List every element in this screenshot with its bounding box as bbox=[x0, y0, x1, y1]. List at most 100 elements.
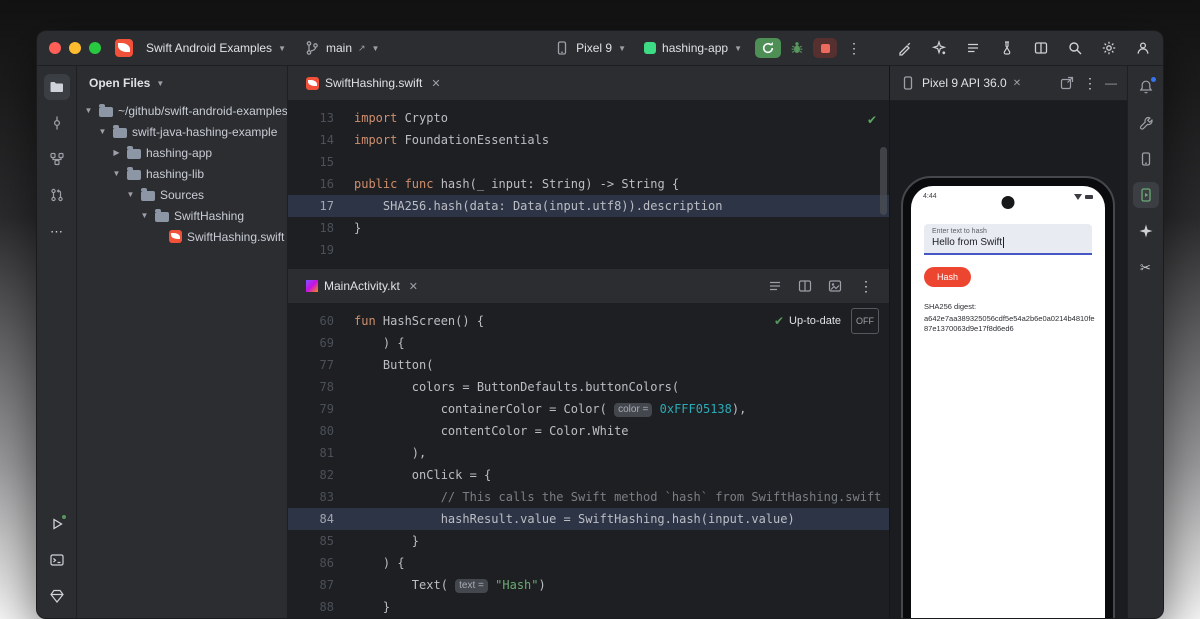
line-number[interactable]: 69 bbox=[288, 332, 334, 354]
pen-icon[interactable] bbox=[897, 40, 913, 56]
line-number[interactable]: 15 bbox=[288, 151, 334, 173]
code-line[interactable]: 17 SHA256.hash(data: Data(input.utf8)).d… bbox=[288, 195, 889, 217]
chevron-down-icon[interactable]: ▼ bbox=[97, 127, 108, 136]
code-line[interactable]: 13 import Crypto bbox=[288, 107, 889, 129]
code-line[interactable]: 84 hashResult.value = SwiftHashing.hash(… bbox=[288, 508, 889, 530]
design-view-icon[interactable] bbox=[827, 278, 843, 294]
line-number[interactable]: 81 bbox=[288, 442, 334, 464]
code-view-icon[interactable] bbox=[767, 278, 783, 294]
open-in-new-window-icon[interactable] bbox=[1059, 75, 1075, 91]
line-number[interactable]: 80 bbox=[288, 420, 334, 442]
project-selector[interactable]: Swift Android Examples ▼ bbox=[141, 38, 291, 58]
code-line[interactable]: 79 containerColor = Color( color = 0xFFF… bbox=[288, 398, 889, 420]
tree-item[interactable]: ▶ hashing-app bbox=[77, 142, 287, 163]
code-line[interactable]: 81 ), bbox=[288, 442, 889, 464]
code-line[interactable]: 86 ) { bbox=[288, 552, 889, 574]
todo-list-icon[interactable] bbox=[965, 40, 981, 56]
line-number[interactable]: 85 bbox=[288, 530, 334, 552]
code-line[interactable]: 82 onClick = { bbox=[288, 464, 889, 486]
line-number[interactable]: 78 bbox=[288, 376, 334, 398]
split-view-icon[interactable] bbox=[797, 278, 813, 294]
phone-screen[interactable]: 4:44 Enter text to hash Hello from Swift bbox=[911, 186, 1105, 618]
commit-tool-button[interactable] bbox=[44, 110, 70, 136]
stop-button[interactable] bbox=[813, 38, 837, 58]
hash-button[interactable]: Hash bbox=[924, 267, 972, 287]
line-number[interactable]: 13 bbox=[288, 107, 334, 129]
device-panel-options-icon[interactable]: ⋮ bbox=[1081, 76, 1099, 90]
close-window-button[interactable] bbox=[49, 42, 61, 54]
editor-more-options-icon[interactable]: ⋮ bbox=[857, 279, 875, 293]
tree-item[interactable]: ▼ ~/github/swift-android-examples bbox=[77, 100, 287, 121]
notifications-button[interactable] bbox=[1133, 74, 1159, 100]
tree-item[interactable]: ▼ hashing-lib bbox=[77, 163, 287, 184]
gemini-button[interactable] bbox=[1133, 218, 1159, 244]
line-number[interactable]: 82 bbox=[288, 464, 334, 486]
layout-inspector-icon[interactable] bbox=[1033, 40, 1049, 56]
line-number[interactable]: 18 bbox=[288, 217, 334, 239]
hash-input-field[interactable]: Enter text to hash Hello from Swift bbox=[924, 224, 1092, 255]
code-line[interactable]: 18} bbox=[288, 217, 889, 239]
code-line[interactable]: 69 ) { bbox=[288, 332, 889, 354]
tree-item[interactable]: ▼ swift-java-hashing-example bbox=[77, 121, 287, 142]
chevron-down-icon[interactable]: ▼ bbox=[83, 106, 94, 115]
ai-actions-icon[interactable] bbox=[931, 40, 947, 56]
tab-swifthashing-swift[interactable]: SwiftHashing.swift ✕ bbox=[296, 66, 451, 100]
line-number[interactable]: 19 bbox=[288, 239, 334, 261]
tree-item[interactable]: SwiftHashing.swift bbox=[77, 226, 287, 247]
tree-item[interactable]: ▼ SwiftHashing bbox=[77, 205, 287, 226]
rerun-button[interactable] bbox=[755, 38, 781, 58]
branch-selector[interactable]: main ↗ ▼ bbox=[299, 37, 384, 59]
device-tab-label[interactable]: Pixel 9 API 36.0 bbox=[922, 76, 1007, 90]
kotlin-editor[interactable]: ✔ Up-to-date OFF 60 fun HashScreen() {69 … bbox=[288, 304, 889, 618]
search-icon[interactable] bbox=[1067, 40, 1083, 56]
debug-button[interactable] bbox=[789, 40, 805, 56]
terminal-tool-button[interactable] bbox=[44, 547, 70, 573]
code-line[interactable]: 85 } bbox=[288, 530, 889, 552]
build-tool-button[interactable] bbox=[1133, 110, 1159, 136]
code-line[interactable]: 87 Text( text = "Hash") bbox=[288, 574, 889, 596]
minimize-window-button[interactable] bbox=[69, 42, 81, 54]
line-number[interactable]: 84 bbox=[288, 508, 334, 530]
code-line[interactable]: 14 import FoundationEssentials bbox=[288, 129, 889, 151]
editor-scrollbar[interactable] bbox=[880, 147, 887, 215]
tree-item[interactable]: ▼ Sources bbox=[77, 184, 287, 205]
more-tools-button[interactable]: ⋯ bbox=[44, 218, 70, 244]
line-number[interactable]: 16 bbox=[288, 173, 334, 195]
maximize-window-button[interactable] bbox=[89, 42, 101, 54]
flask-icon[interactable] bbox=[999, 40, 1015, 56]
line-number[interactable]: 86 bbox=[288, 552, 334, 574]
code-line[interactable]: 15 bbox=[288, 151, 889, 173]
close-device-tab-icon[interactable]: ✕ bbox=[1013, 78, 1021, 89]
code-line[interactable]: 80 contentColor = Color.White bbox=[288, 420, 889, 442]
code-line[interactable]: 83 // This calls the Swift method `hash`… bbox=[288, 486, 889, 508]
code-line[interactable]: 78 colors = ButtonDefaults.buttonColors( bbox=[288, 376, 889, 398]
run-config-selector[interactable]: hashing-app ▼ bbox=[639, 38, 747, 58]
line-number[interactable]: 14 bbox=[288, 129, 334, 151]
structure-tool-button[interactable] bbox=[44, 146, 70, 172]
line-number[interactable]: 87 bbox=[288, 574, 334, 596]
more-run-actions-button[interactable]: ⋮ bbox=[845, 41, 863, 55]
code-line[interactable]: 19 bbox=[288, 239, 889, 261]
chevron-down-icon[interactable]: ▼ bbox=[125, 190, 136, 199]
chevron-right-icon[interactable]: ▶ bbox=[111, 148, 122, 157]
line-number[interactable]: 77 bbox=[288, 354, 334, 376]
open-files-header[interactable]: Open Files ▼ bbox=[77, 66, 287, 100]
device-manager-button[interactable] bbox=[1133, 146, 1159, 172]
chevron-down-icon[interactable]: ▼ bbox=[139, 211, 150, 220]
chevron-down-icon[interactable]: ▼ bbox=[111, 169, 122, 178]
running-devices-button[interactable] bbox=[1132, 182, 1159, 208]
close-tab-icon[interactable]: ✕ bbox=[431, 77, 440, 90]
gem-tool-button[interactable] bbox=[44, 583, 70, 609]
account-icon[interactable] bbox=[1135, 40, 1151, 56]
line-number[interactable]: 17 bbox=[288, 195, 334, 217]
device-selector[interactable]: Pixel 9 ▼ bbox=[549, 37, 631, 59]
swift-editor[interactable]: ✔ 13 import Crypto 14 import FoundationEsse… bbox=[288, 101, 889, 269]
line-number[interactable]: 88 bbox=[288, 596, 334, 618]
line-number[interactable]: 60 bbox=[288, 310, 334, 332]
live-edit-status[interactable]: ✔ Up-to-date OFF bbox=[774, 308, 879, 334]
code-line[interactable]: 88 } bbox=[288, 596, 889, 618]
close-tab-icon[interactable]: ✕ bbox=[409, 280, 418, 293]
line-number[interactable]: 83 bbox=[288, 486, 334, 508]
code-line[interactable]: 77 Button( bbox=[288, 354, 889, 376]
run-tool-window-button[interactable] bbox=[44, 511, 70, 537]
